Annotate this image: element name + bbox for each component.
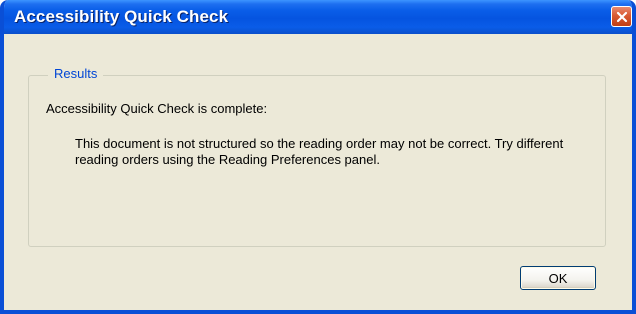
results-group-label: Results bbox=[48, 66, 104, 82]
result-message: This document is not structured so the r… bbox=[75, 136, 564, 167]
ok-button[interactable]: OK bbox=[520, 266, 596, 290]
close-button[interactable] bbox=[611, 6, 632, 27]
close-icon bbox=[616, 11, 627, 22]
window-title: Accessibility Quick Check bbox=[14, 7, 229, 26]
title-bar[interactable]: Accessibility Quick Check bbox=[4, 0, 632, 34]
status-text: Accessibility Quick Check is complete: bbox=[46, 101, 268, 116]
